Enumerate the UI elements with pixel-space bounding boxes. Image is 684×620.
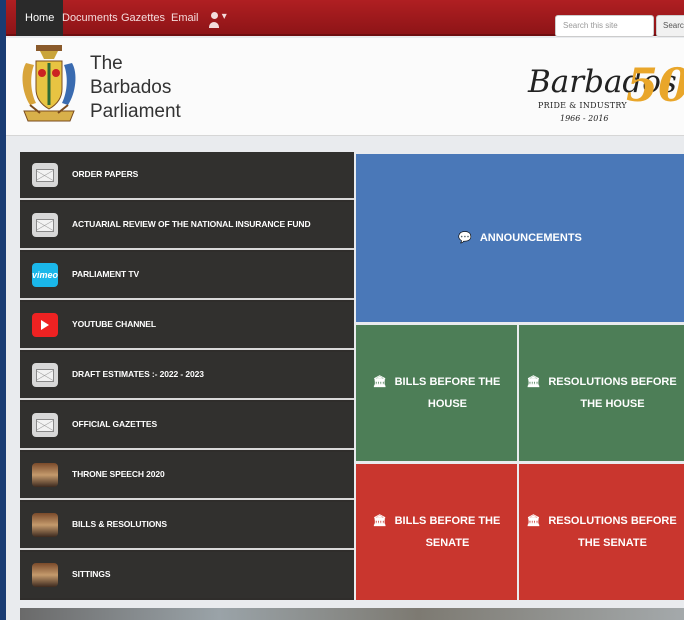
photo-icon (32, 563, 58, 587)
title-line: Parliament (90, 101, 181, 122)
institution-icon: 🏛 (526, 515, 541, 527)
jubilee-tagline: PRIDE & INDUSTRY (538, 101, 628, 110)
mail-icon (32, 213, 58, 237)
user-icon (211, 12, 218, 19)
menu-item-label: DRAFT ESTIMATES :- 2022 - 2023 (72, 369, 204, 379)
menu-item-label: OFFICIAL GAZETTES (72, 419, 158, 429)
institution-icon: 🏛 (372, 376, 387, 388)
coat-of-arms-logo[interactable] (18, 43, 80, 129)
youtube-icon (32, 313, 58, 337)
menu-item-bills-resolutions[interactable]: BILLS & RESOLUTIONS (20, 502, 354, 550)
menu-item-actuarial-review[interactable]: ACTUARIAL REVIEW OF THE NATIONAL INSURAN… (20, 202, 354, 250)
search-input[interactable]: Search this site (555, 15, 654, 37)
quick-links-menu: ORDER PAPERS ACTUARIAL REVIEW OF THE NAT… (20, 152, 354, 600)
nav-home[interactable]: Home (16, 0, 64, 36)
site-title[interactable]: The Barbados Parliament (90, 52, 181, 124)
tile-label: THE HOUSE (580, 398, 645, 410)
tile-label: ANNOUNCEMENTS (479, 232, 582, 244)
top-navbar: Home Documents Gazettes Email ▾ Search t… (6, 0, 684, 37)
mail-icon (32, 363, 58, 387)
institution-icon: 🏛 (526, 376, 541, 388)
tile-label: RESOLUTIONS BEFORE (548, 376, 677, 388)
tile-label: RESOLUTIONS BEFORE (548, 515, 677, 527)
jubilee-number: 50 (626, 58, 684, 112)
menu-item-label: BILLS & RESOLUTIONS (72, 519, 167, 529)
nav-email[interactable]: Email (171, 0, 199, 36)
nav-documents[interactable]: Documents (62, 0, 118, 36)
nav-gazettes[interactable]: Gazettes (121, 0, 165, 36)
tile-resolutions-before-house[interactable]: 🏛 RESOLUTIONS BEFORE THE HOUSE (519, 325, 684, 461)
barbados-50-logo: Barbados 50 PRIDE & INDUSTRY 1966 - 2016 (528, 58, 684, 134)
photo-icon (32, 463, 58, 487)
search-button[interactable]: Search (656, 15, 684, 37)
chevron-down-icon: ▾ (221, 11, 227, 22)
tile-label: BILLS BEFORE THE (394, 515, 501, 527)
menu-item-label: PARLIAMENT TV (72, 269, 140, 279)
mail-icon (32, 163, 58, 187)
title-line: The (90, 53, 123, 74)
menu-item-label: THRONE SPEECH 2020 (72, 469, 165, 479)
vimeo-icon: vimeo (32, 263, 58, 287)
tile-label: SENATE (425, 537, 470, 549)
title-line: Barbados (90, 77, 172, 98)
banner-image-strip (20, 608, 684, 620)
menu-item-parliament-tv[interactable]: vimeo PARLIAMENT TV (20, 252, 354, 300)
menu-item-label: SITTINGS (72, 569, 111, 579)
menu-item-draft-estimates[interactable]: DRAFT ESTIMATES :- 2022 - 2023 (20, 352, 354, 400)
jubilee-years: 1966 - 2016 (560, 114, 609, 123)
site-header: The Barbados Parliament Barbados 50 PRID… (6, 38, 684, 136)
photo-icon (32, 513, 58, 537)
menu-item-sittings[interactable]: SITTINGS (20, 552, 354, 598)
comments-icon: 💬 (458, 232, 472, 244)
tile-label: THE SENATE (578, 537, 647, 549)
menu-item-label: ORDER PAPERS (72, 169, 139, 179)
menu-item-official-gazettes[interactable]: OFFICIAL GAZETTES (20, 402, 354, 450)
tile-resolutions-before-senate[interactable]: 🏛 RESOLUTIONS BEFORE THE SENATE (519, 464, 684, 600)
menu-item-order-papers[interactable]: ORDER PAPERS (20, 152, 354, 200)
browser-page: Home Documents Gazettes Email ▾ Search t… (6, 0, 684, 620)
tile-bills-before-house[interactable]: 🏛 BILLS BEFORE THE HOUSE (356, 325, 517, 461)
menu-item-youtube[interactable]: YOUTUBE CHANNEL (20, 302, 354, 350)
menu-item-throne-speech[interactable]: THRONE SPEECH 2020 (20, 452, 354, 500)
menu-item-label: YOUTUBE CHANNEL (72, 319, 156, 329)
user-menu[interactable]: ▾ (209, 11, 227, 28)
tile-announcements[interactable]: 💬 ANNOUNCEMENTS (356, 154, 684, 322)
menu-item-label: ACTUARIAL REVIEW OF THE NATIONAL INSURAN… (72, 219, 311, 229)
institution-icon: 🏛 (372, 515, 387, 527)
main-content: ORDER PAPERS ACTUARIAL REVIEW OF THE NAT… (20, 152, 684, 600)
tile-bills-before-senate[interactable]: 🏛 BILLS BEFORE THE SENATE (356, 464, 517, 600)
tile-label: HOUSE (427, 398, 468, 410)
tile-label: BILLS BEFORE THE (394, 376, 501, 388)
mail-icon (32, 413, 58, 437)
